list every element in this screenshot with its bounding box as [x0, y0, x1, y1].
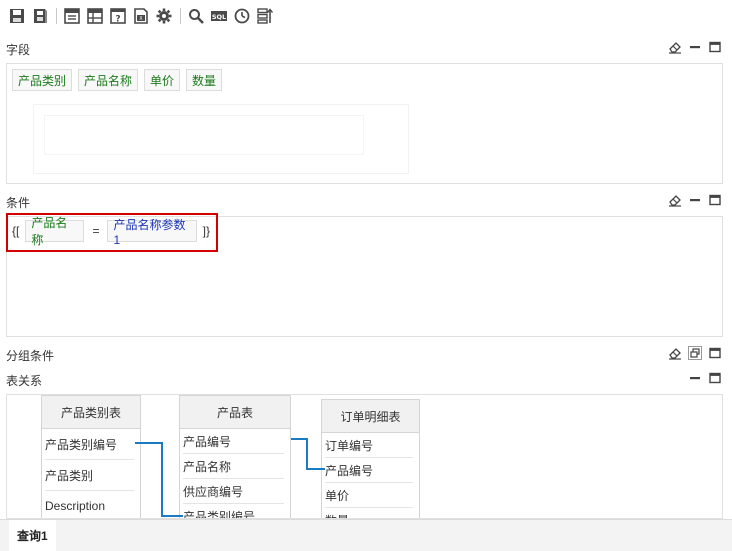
table-card-title[interactable]: 订单明细表: [322, 400, 419, 433]
table-column[interactable]: 产品类别编号: [45, 429, 134, 460]
group-section-tools: [668, 346, 722, 360]
field-chip[interactable]: 产品名称: [78, 69, 139, 91]
relations-section-title: 表关系: [6, 374, 43, 388]
maximize-icon[interactable]: [708, 193, 722, 207]
search-icon[interactable]: [185, 5, 207, 27]
group-section-title: 分组条件: [6, 349, 55, 363]
table-column[interactable]: 产品类别: [45, 460, 134, 491]
sql-icon[interactable]: SQL: [208, 5, 230, 27]
table-column[interactable]: 产品编号: [183, 429, 284, 454]
minimize-icon[interactable]: [688, 40, 702, 54]
fields-chip-list: 产品类别 产品名称 单价 数量: [12, 69, 228, 91]
toolbar-separator: [180, 8, 181, 24]
relations-section-tools: [688, 371, 722, 385]
table-card-product-category[interactable]: 产品类别表 产品类别编号 产品类别 Description: [41, 395, 141, 518]
condition-field-chip[interactable]: 产品名称: [25, 216, 85, 247]
restore-icon[interactable]: [688, 346, 702, 360]
table-card-order-detail[interactable]: 订单明细表 订单编号 产品编号 单价 数量: [321, 399, 420, 519]
table-column[interactable]: 供应商编号: [183, 479, 284, 504]
export-icon[interactable]: X: [130, 5, 152, 27]
table-column[interactable]: 订单编号: [325, 433, 413, 458]
maximize-icon[interactable]: [708, 40, 722, 54]
table-column[interactable]: 单价: [325, 483, 413, 508]
table-column[interactable]: 产品名称: [183, 454, 284, 479]
condition-param-chip[interactable]: 产品名称参数1: [107, 218, 197, 247]
field-chip[interactable]: 单价: [144, 69, 181, 91]
field-chip[interactable]: 产品类别: [12, 69, 73, 91]
table-card-title[interactable]: 产品表: [180, 396, 290, 429]
query-tab-bar: 查询1: [0, 519, 732, 551]
history-clock-icon[interactable]: [231, 5, 253, 27]
conditions-section-tools: [668, 193, 722, 207]
relations-panel[interactable]: 产品类别表 产品类别编号 产品类别 Description 产品表 产品编号 产…: [6, 394, 723, 519]
sql-icon-label: SQL: [212, 13, 226, 21]
condition-open-brace: {[: [12, 224, 20, 238]
toolbar: ? X SQL: [0, 0, 732, 32]
relation-link-product-order: [291, 438, 325, 470]
drop-placeholder: [33, 104, 409, 174]
fields-section-title: 字段: [6, 43, 31, 57]
table-column[interactable]: 数量: [325, 508, 413, 519]
table-layout-icon[interactable]: [84, 5, 106, 27]
parameter-icon[interactable]: ?: [107, 5, 129, 27]
sort-icon[interactable]: [254, 5, 276, 27]
table-card-product[interactable]: 产品表 产品编号 产品名称 供应商编号 产品类别编号: [179, 395, 291, 519]
minimize-icon[interactable]: [688, 371, 702, 385]
settings-gear-icon[interactable]: [153, 5, 175, 27]
table-card-title[interactable]: 产品类别表: [42, 396, 140, 429]
condition-expression: {[ 产品名称 = 产品名称参数1 ]}: [12, 216, 216, 247]
maximize-icon[interactable]: [708, 346, 722, 360]
eraser-icon[interactable]: [668, 193, 682, 207]
field-chip[interactable]: 数量: [186, 69, 223, 91]
relation-link-category-product: [135, 442, 183, 517]
eraser-icon[interactable]: [668, 346, 682, 360]
table-column[interactable]: 产品编号: [325, 458, 413, 483]
table-column[interactable]: 产品类别编号: [183, 504, 284, 519]
save-icon[interactable]: [6, 5, 28, 27]
query-tab[interactable]: 查询1: [9, 520, 56, 551]
fields-section-tools: [668, 40, 722, 54]
condition-highlight: {[ 产品名称 = 产品名称参数1 ]}: [6, 213, 218, 252]
field-layout-icon[interactable]: [61, 5, 83, 27]
svg-text:X: X: [139, 16, 143, 22]
condition-operator[interactable]: =: [92, 224, 99, 238]
table-column[interactable]: Description: [45, 491, 134, 518]
fields-panel[interactable]: 产品类别 产品名称 单价 数量: [6, 63, 723, 184]
conditions-section-title: 条件: [6, 196, 31, 210]
maximize-icon[interactable]: [708, 371, 722, 385]
drop-placeholder-inner: [44, 115, 364, 155]
toolbar-separator: [56, 8, 57, 24]
svg-text:?: ?: [115, 15, 120, 25]
minimize-icon[interactable]: [688, 193, 702, 207]
condition-close-brace: ]}: [202, 224, 210, 238]
save-as-icon[interactable]: [29, 5, 51, 27]
eraser-icon[interactable]: [668, 40, 682, 54]
